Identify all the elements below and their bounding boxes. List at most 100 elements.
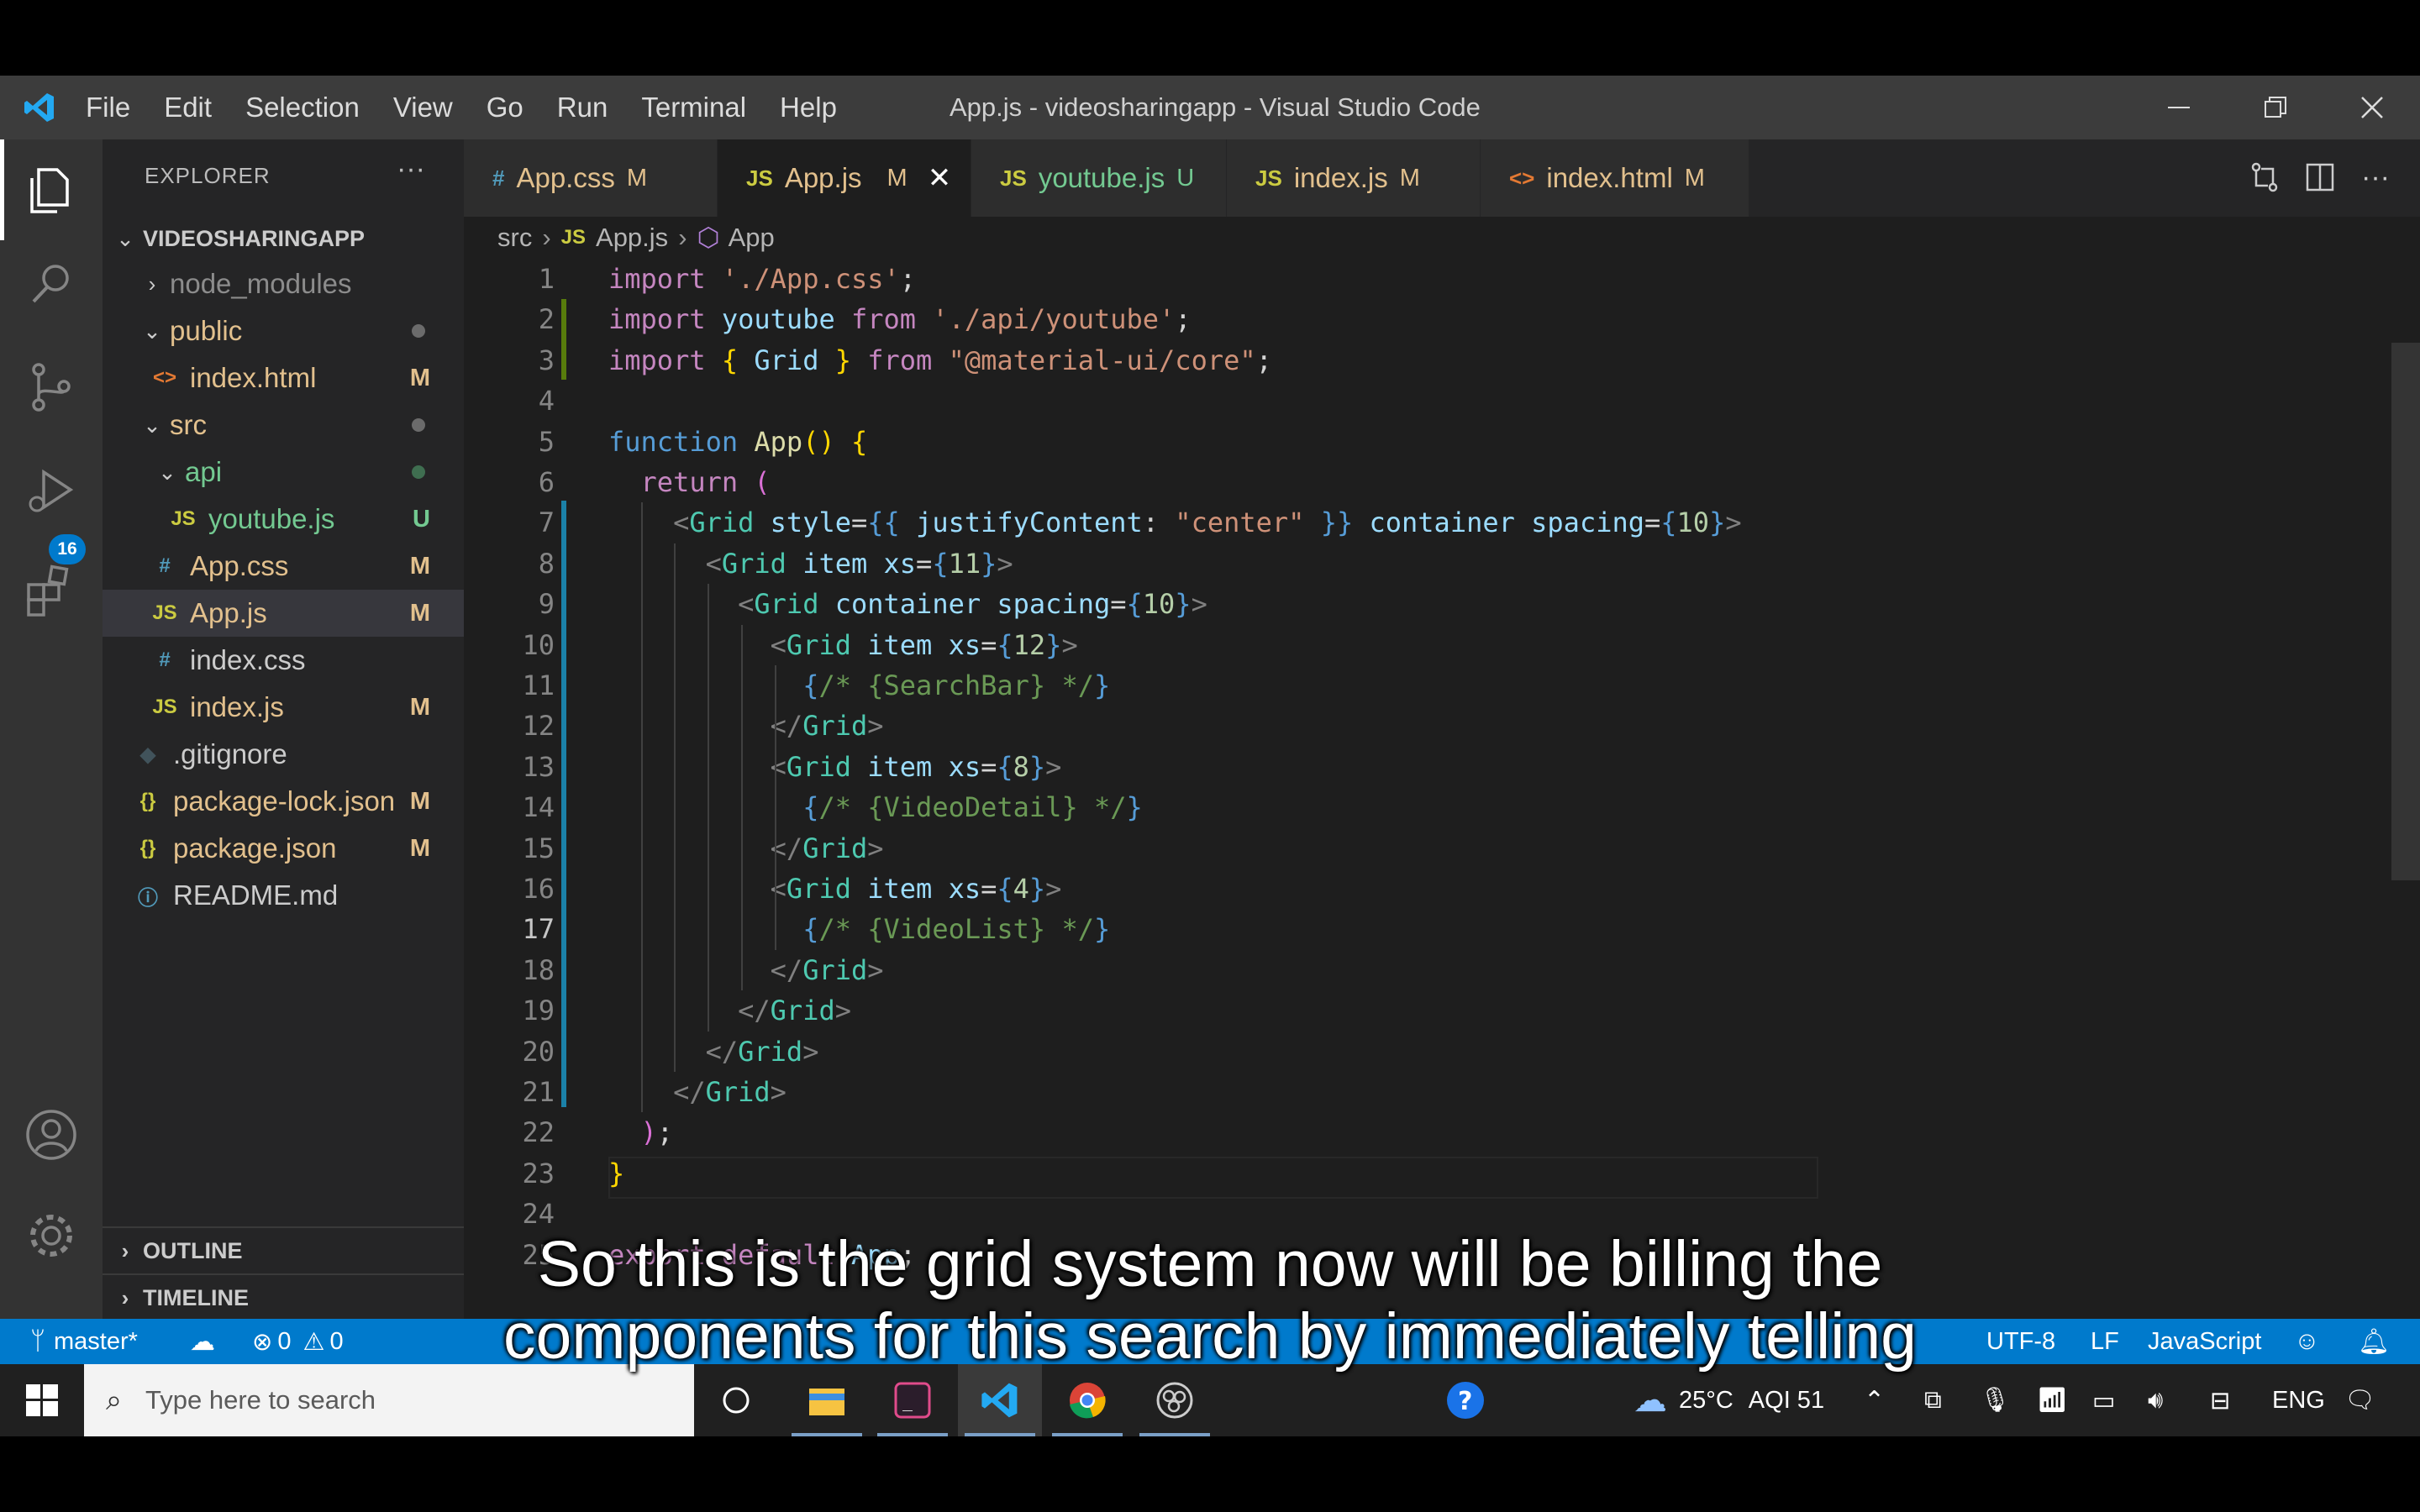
menu-go[interactable]: Go (487, 92, 523, 123)
code-line: 16 <Grid item xs={4}> (464, 869, 2420, 909)
menu-edit[interactable]: Edit (164, 92, 212, 123)
code-line: 22 ); (464, 1112, 2420, 1152)
task-view-icon (723, 1387, 750, 1414)
js-file-icon: JS (1000, 165, 1027, 191)
menu-selection[interactable]: Selection (245, 92, 360, 123)
code-editor[interactable]: 1 import './App.css'; 2 import youtube from… (464, 259, 2420, 1319)
css-file-icon: # (492, 165, 505, 191)
obs-app[interactable] (1133, 1364, 1217, 1436)
menu-run[interactable]: Run (557, 92, 608, 123)
editor-tab-bar: # App.css M JS App.js M ✕ JS youtube.js … (464, 139, 2420, 217)
code-line: 4 (464, 381, 2420, 421)
more-actions-icon[interactable]: ··· (397, 153, 425, 186)
line-number: 23 (522, 1157, 555, 1189)
minimize-button[interactable] (2130, 76, 2227, 139)
tree-item-gitignore[interactable]: ◆ .gitignore (103, 731, 464, 778)
code-line: 3 import { Grid } from "@material-ui/core… (464, 340, 2420, 381)
menu-help[interactable]: Help (780, 92, 837, 123)
compare-changes-button[interactable] (2237, 156, 2292, 198)
restore-button[interactable] (2227, 76, 2323, 139)
tab-app-css[interactable]: # App.css M (464, 139, 718, 217)
input-language[interactable]: ENG (2272, 1364, 2325, 1436)
account-icon[interactable] (20, 1104, 82, 1166)
line-number: 5 (538, 425, 555, 458)
line-number: 13 (522, 750, 555, 783)
chrome-app[interactable] (1045, 1364, 1129, 1436)
line-number: 3 (538, 344, 555, 376)
tree-item-app-js[interactable]: JS App.js M (103, 590, 464, 637)
tree-item-index-js[interactable]: JS index.js M (103, 684, 464, 731)
tree-item-api[interactable]: ⌄ api (103, 449, 464, 496)
tree-item-node-modules[interactable]: › node_modules (103, 260, 464, 307)
tab-index-js[interactable]: JS index.js M (1227, 139, 1481, 217)
git-compare-icon (2251, 162, 2278, 192)
tree-item-src[interactable]: ⌄ src (103, 402, 464, 449)
menu-terminal[interactable]: Terminal (641, 92, 746, 123)
tray-battery[interactable]: ▭ (2092, 1364, 2115, 1436)
breadcrumb-file[interactable]: App.js (596, 223, 668, 253)
close-tab-icon[interactable]: ✕ (928, 161, 952, 195)
tab-index-html[interactable]: <> index.html M (1481, 139, 1749, 217)
app-running-indicator (877, 1433, 948, 1436)
menu-view[interactable]: View (393, 92, 453, 123)
start-button[interactable] (0, 1364, 84, 1436)
scrollbar-thumb[interactable] (2391, 343, 2420, 880)
code-text: } (608, 1157, 625, 1189)
code-line: 23} (464, 1153, 2420, 1194)
notification-center[interactable]: 🗨︎ (2344, 1364, 2375, 1436)
svg-text:_: _ (902, 1391, 913, 1411)
tree-item-public[interactable]: ⌄ public (103, 307, 464, 354)
tree-item-youtube-js[interactable]: JS youtube.js U (103, 496, 464, 543)
breadcrumb-symbol[interactable]: App (729, 223, 775, 253)
code-line: 6 return ( (464, 462, 2420, 502)
more-editor-actions-button[interactable]: ··· (2348, 156, 2403, 198)
line-number: 8 (538, 547, 555, 580)
code-text: </Grid> (673, 1076, 786, 1108)
search-icon[interactable] (20, 253, 82, 315)
code-text: </Grid> (738, 995, 851, 1027)
tab-youtube-js[interactable]: JS youtube.js U (971, 139, 1227, 217)
taskbar-search-box[interactable]: ⌕ Type here to search (84, 1364, 694, 1436)
line-number: 14 (522, 791, 555, 824)
tray-mic[interactable]: 🎙︎ (1980, 1364, 2011, 1436)
tray-overflow-button[interactable]: ⌃ (1864, 1364, 1885, 1436)
tree-item-app-css[interactable]: # App.css M (103, 543, 464, 590)
app-running-indicator (1052, 1433, 1123, 1436)
line-number: 4 (538, 385, 555, 417)
help-app[interactable]: ? (1423, 1364, 1507, 1436)
explorer-icon[interactable] (20, 158, 82, 220)
tray-app-icon[interactable]: ⧉ (1924, 1364, 1942, 1436)
tray-network[interactable]: 📶︎ (2037, 1364, 2068, 1436)
weather-widget[interactable]: ☁ 25°C AQI 51 (1634, 1364, 1824, 1436)
close-window-button[interactable] (2323, 76, 2420, 139)
split-editor-button[interactable] (2292, 156, 2348, 198)
code-text: {/* {VideoDetail} */} (802, 791, 1143, 824)
task-view-button[interactable] (694, 1364, 778, 1436)
tray-display[interactable]: ⊟ (2210, 1364, 2230, 1436)
source-control-icon[interactable] (20, 356, 82, 418)
code-text: <Grid style={{ justifyContent: "center" … (673, 507, 1742, 539)
vscode-app[interactable] (958, 1364, 1042, 1436)
html-file-icon: <> (1509, 165, 1535, 191)
indent-guide (674, 543, 676, 1072)
editor-scrollbar[interactable] (2388, 259, 2420, 1319)
code-line: 11 {/* {SearchBar} */} (464, 665, 2420, 706)
minimize-icon (2167, 107, 2190, 108)
js-file-icon: JS (152, 696, 177, 718)
workspace-root[interactable]: ⌄ VIDEOSHARINGAPP (103, 215, 464, 262)
tree-item-index-css[interactable]: # index.css (103, 637, 464, 684)
extensions-icon[interactable] (20, 559, 82, 622)
tree-item-package-json[interactable]: {} package.json M (103, 825, 464, 872)
tray-device-icon: ⧉ (1924, 1386, 1942, 1414)
tree-item-package-lock-json[interactable]: {} package-lock.json M (103, 778, 464, 825)
terminal-app[interactable]: _ (871, 1364, 955, 1436)
run-debug-icon[interactable] (20, 459, 82, 521)
file-explorer-app[interactable] (785, 1364, 869, 1436)
tree-item-index-html[interactable]: <> index.html M (103, 354, 464, 402)
tray-volume[interactable]: 🔊︎ (2148, 1364, 2163, 1436)
tab-app-js[interactable]: JS App.js M ✕ (718, 139, 971, 217)
breadcrumb-src[interactable]: src (497, 223, 532, 253)
menu-file[interactable]: File (86, 92, 130, 123)
tree-item-readme[interactable]: ⓘ README.md (103, 872, 464, 919)
help-icon: ? (1447, 1382, 1484, 1419)
